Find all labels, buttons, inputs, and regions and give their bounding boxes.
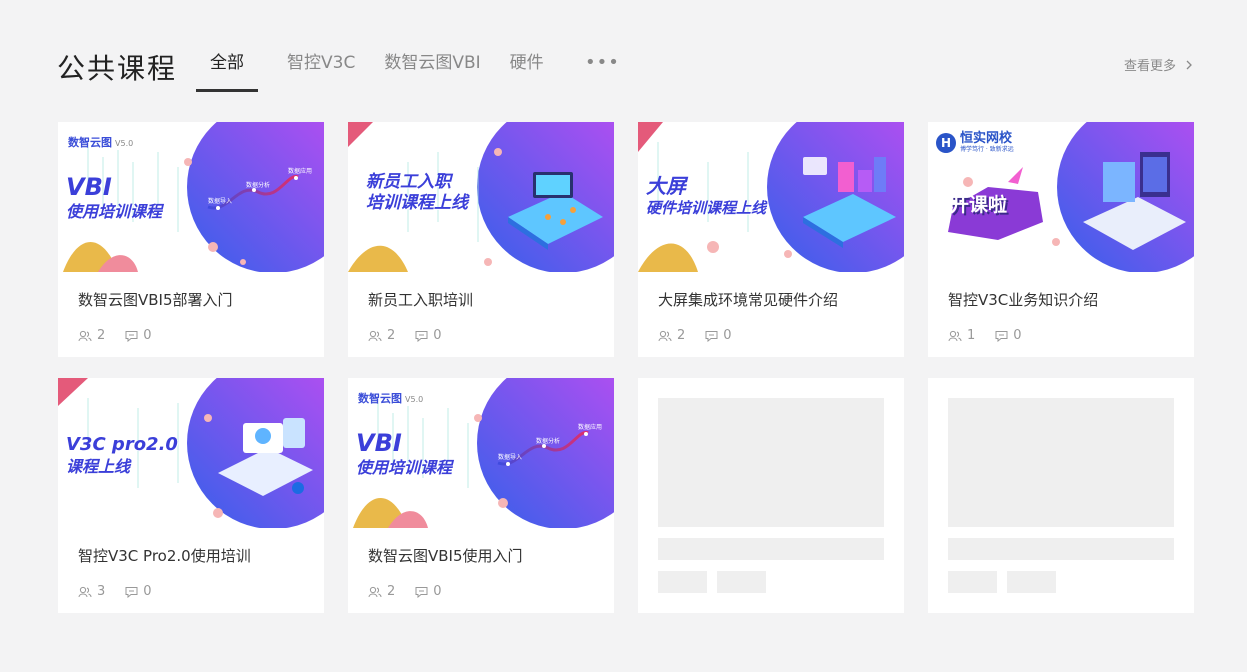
course-meta: 1 0 bbox=[948, 328, 1042, 343]
users-icon bbox=[78, 586, 92, 597]
loading-card-placeholder bbox=[638, 378, 904, 613]
course-card[interactable]: 新员工入职 培训课程上线 新员工入职培训 2 0 bbox=[348, 122, 614, 357]
course-meta: 3 0 bbox=[78, 584, 172, 599]
learner-count: 2 bbox=[677, 328, 686, 343]
learner-count: 2 bbox=[387, 328, 396, 343]
cover-brand: 数智云图 V5.0 bbox=[358, 392, 424, 405]
cover-headline: 大屏 硬件培训课程上线 bbox=[646, 174, 767, 217]
learner-count: 2 bbox=[387, 584, 396, 599]
cover-headline: VBI 使用培训课程 bbox=[356, 429, 453, 477]
comment-count: 0 bbox=[1013, 328, 1022, 343]
chart-label: 数据导入 bbox=[498, 454, 523, 461]
comment-count: 0 bbox=[433, 584, 442, 599]
tab-hardware[interactable]: 硬件 bbox=[510, 40, 544, 92]
course-card[interactable]: 大屏 硬件培训课程上线 大屏集成环境常见硬件介绍 2 0 bbox=[638, 122, 904, 357]
course-title: 大屏集成环境常见硬件介绍 bbox=[658, 291, 839, 309]
cover-headline: 新员工入职 培训课程上线 bbox=[366, 172, 468, 214]
chart-label: 数据导入 bbox=[208, 198, 233, 205]
skeleton-meta bbox=[717, 571, 766, 593]
learner-count: 2 bbox=[97, 328, 106, 343]
chart-label: 数据应用 bbox=[288, 168, 313, 175]
course-cover: H 恒实网校 博学笃行 · 致新求远 开课啦 bbox=[928, 122, 1194, 272]
comment-count: 0 bbox=[143, 328, 152, 343]
course-card[interactable]: V3C pro2.0 课程上线 智控V3C Pro2.0使用培训 3 0 bbox=[58, 378, 324, 613]
chart-label: 数据应用 bbox=[578, 424, 603, 431]
more-tabs-button[interactable]: ••• bbox=[585, 52, 620, 73]
users-icon bbox=[658, 330, 672, 341]
course-meta: 2 0 bbox=[658, 328, 752, 343]
course-meta: 2 0 bbox=[78, 328, 172, 343]
course-card[interactable]: 数智云图 V5.0 VBI 使用培训课程 数据导入 数据分析 数据应用 数智云图V… bbox=[58, 122, 324, 357]
skeleton-meta bbox=[658, 571, 707, 593]
users-icon bbox=[368, 330, 382, 341]
course-title: 智控V3C Pro2.0使用培训 bbox=[78, 547, 251, 565]
course-title: 数智云图VBI5部署入门 bbox=[78, 291, 233, 309]
course-meta: 2 0 bbox=[368, 584, 462, 599]
skeleton-cover bbox=[948, 398, 1174, 527]
chart-label: 数据分析 bbox=[536, 438, 561, 445]
tab-all[interactable]: 全部 bbox=[196, 40, 258, 92]
loading-card-placeholder bbox=[928, 378, 1194, 613]
tab-vbi[interactable]: 数智云图VBI bbox=[384, 40, 480, 92]
category-tabs: 全部 智控V3C 数智云图VBI 硬件 bbox=[196, 40, 573, 92]
course-title: 数智云图VBI5使用入门 bbox=[368, 547, 523, 565]
comment-icon bbox=[705, 330, 718, 342]
course-meta: 2 0 bbox=[368, 328, 462, 343]
cover-headline: VBI 使用培训课程 bbox=[66, 173, 163, 221]
users-icon bbox=[78, 330, 92, 341]
page-title: 公共课程 bbox=[57, 52, 178, 85]
comment-count: 0 bbox=[143, 584, 152, 599]
users-icon bbox=[368, 586, 382, 597]
section-header: 公共课程 全部 智控V3C 数智云图VBI 硬件 ••• 查看更多 bbox=[57, 40, 1194, 92]
comment-icon bbox=[125, 586, 138, 598]
course-cover: 大屏 硬件培训课程上线 bbox=[638, 122, 904, 272]
skeleton-cover bbox=[658, 398, 884, 527]
chevron-right-icon bbox=[1186, 60, 1192, 69]
course-cover: 数智云图 V5.0 VBI 使用培训课程 数据导入 数据分析 数据应用 bbox=[348, 378, 614, 528]
course-title: 智控V3C业务知识介绍 bbox=[948, 291, 1099, 309]
skeleton-meta bbox=[948, 571, 997, 593]
skeleton-title bbox=[658, 538, 884, 560]
skeleton-title bbox=[948, 538, 1174, 560]
learner-count: 1 bbox=[967, 328, 976, 343]
cover-headline: 开课啦 bbox=[950, 194, 1008, 216]
users-icon bbox=[948, 330, 962, 341]
comment-icon bbox=[415, 330, 428, 342]
comment-icon bbox=[125, 330, 138, 342]
cover-brand: 数智云图 V5.0 bbox=[68, 136, 134, 149]
course-title: 新员工入职培训 bbox=[368, 291, 474, 309]
tab-v3c[interactable]: 智控V3C bbox=[287, 40, 355, 92]
comment-icon bbox=[995, 330, 1008, 342]
course-cover: V3C pro2.0 课程上线 bbox=[58, 378, 324, 528]
comment-icon bbox=[415, 586, 428, 598]
course-cover: 新员工入职 培训课程上线 bbox=[348, 122, 614, 272]
course-card[interactable]: 数智云图 V5.0 VBI 使用培训课程 数据导入 数据分析 数据应用 数智云图V… bbox=[348, 378, 614, 613]
comment-count: 0 bbox=[723, 328, 732, 343]
view-more-link[interactable]: 查看更多 bbox=[1124, 55, 1194, 74]
course-card[interactable]: H 恒实网校 博学笃行 · 致新求远 开课啦 智控V3C业务知识介绍 1 0 bbox=[928, 122, 1194, 357]
chart-label: 数据分析 bbox=[246, 182, 271, 189]
view-more-label: 查看更多 bbox=[1123, 59, 1176, 74]
cover-headline: V3C pro2.0 课程上线 bbox=[66, 434, 178, 476]
learner-count: 3 bbox=[97, 584, 106, 599]
school-logo: H 恒实网校 博学笃行 · 致新求远 bbox=[936, 132, 1014, 153]
comment-count: 0 bbox=[433, 328, 442, 343]
skeleton-meta bbox=[1007, 571, 1056, 593]
course-cover: 数智云图 V5.0 VBI 使用培训课程 数据导入 数据分析 数据应用 bbox=[58, 122, 324, 272]
